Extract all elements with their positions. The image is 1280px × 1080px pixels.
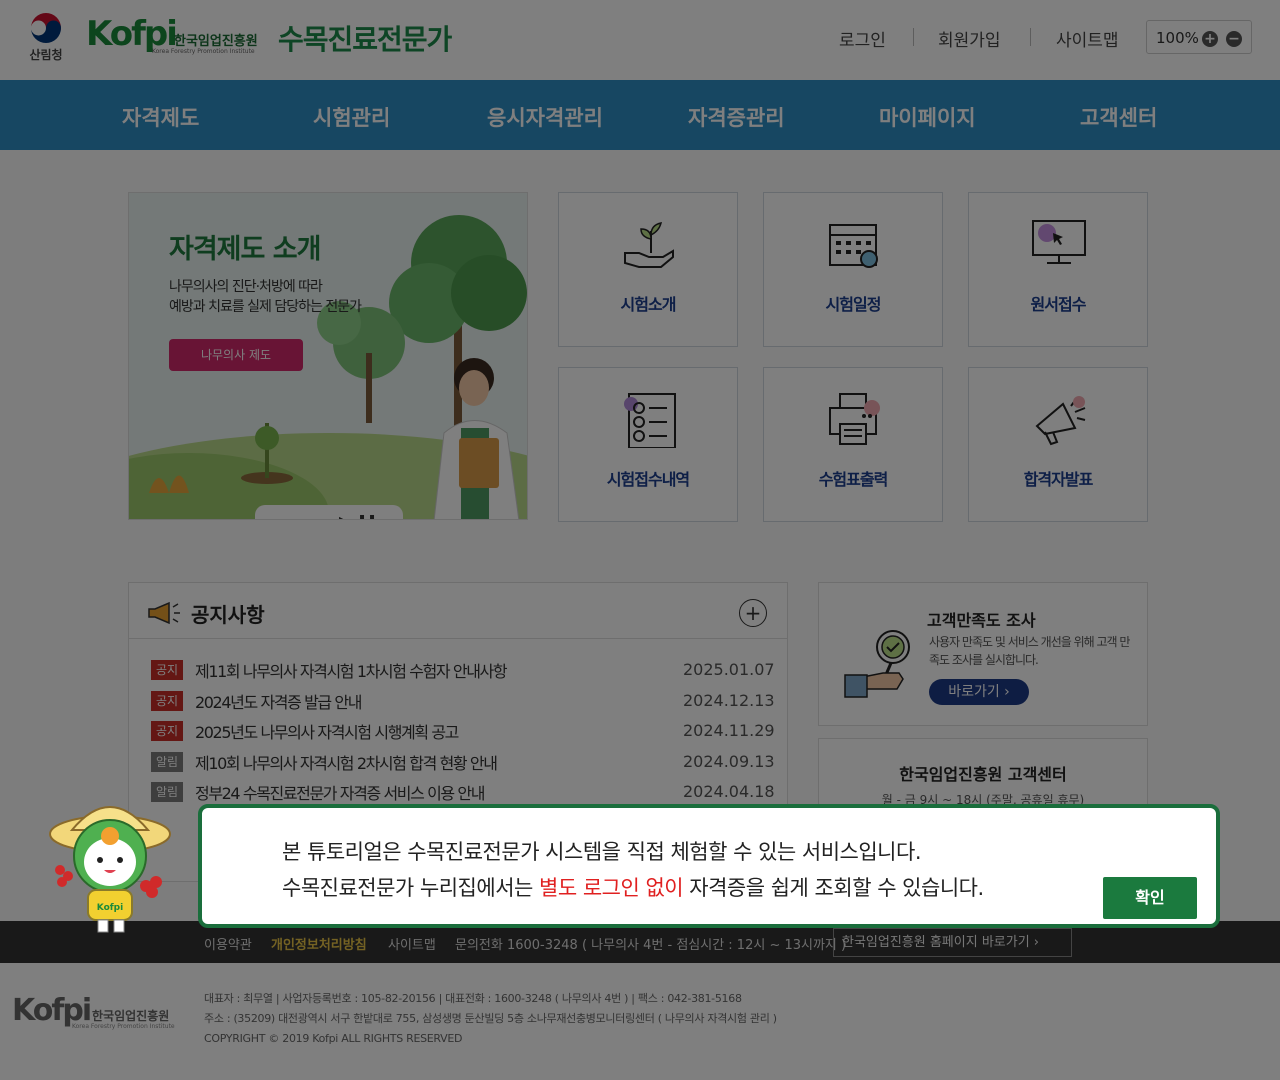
modal-text: 수목진료전문가 누리집에서는 (282, 876, 540, 900)
mascot-badge-label: Kofpi (97, 903, 123, 913)
modal-text: 자격증을 쉽게 조회할 수 있습니다. (683, 876, 984, 900)
modal-message-line2: 수목진료전문가 누리집에서는 별도 로그인 없이 자격증을 쉽게 조회할 수 있… (282, 872, 984, 902)
modal-highlight: 별도 로그인 없이 (539, 876, 684, 900)
mascot-character: Kofpi (49, 806, 171, 933)
tutorial-modal: 본 튜토리얼은 수목진료전문가 시스템을 직접 체험할 수 있는 서비스입니다.… (198, 804, 1220, 928)
modal-message-line1: 본 튜토리얼은 수목진료전문가 시스템을 직접 체험할 수 있는 서비스입니다. (282, 840, 922, 864)
confirm-button[interactable]: 확인 (1103, 877, 1197, 919)
